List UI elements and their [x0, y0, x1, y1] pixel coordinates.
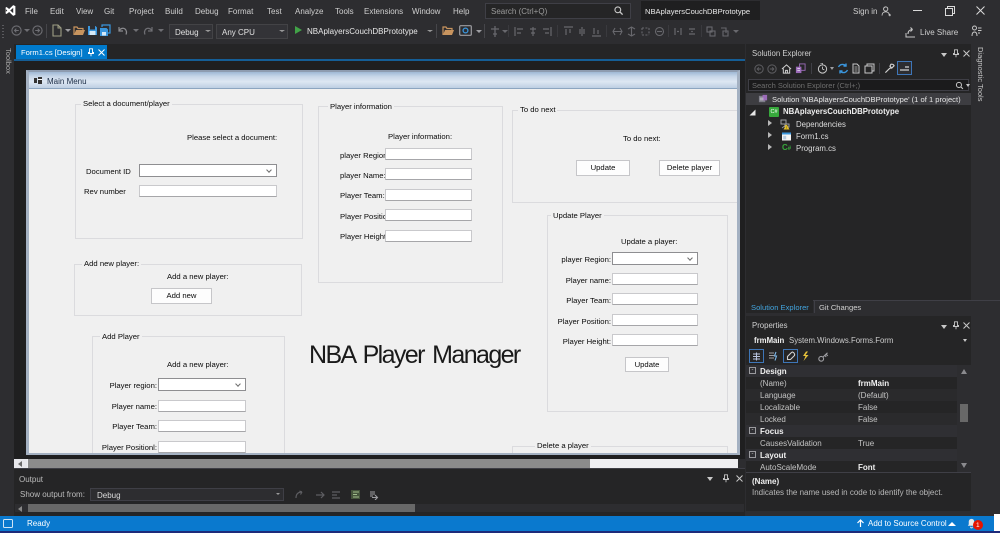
svg-text:!: !	[786, 125, 787, 130]
